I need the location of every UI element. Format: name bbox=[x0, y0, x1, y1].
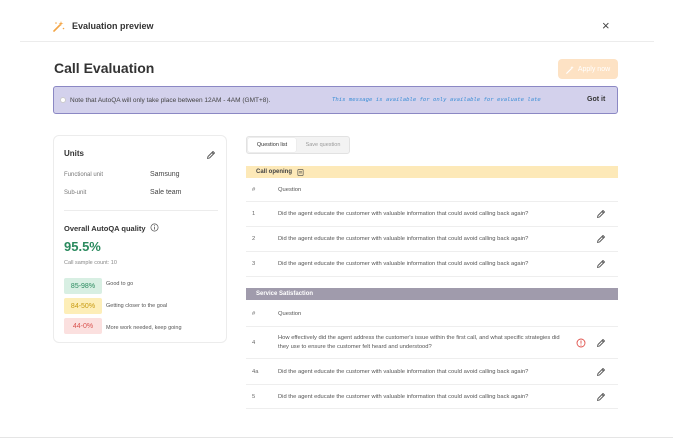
modal-header: Evaluation preview × bbox=[20, 12, 654, 42]
legend-good-range: 85-98% bbox=[64, 278, 102, 294]
tab-save-question[interactable]: Save question bbox=[298, 138, 348, 152]
column-question-header: Question bbox=[278, 311, 302, 317]
table-row: 3 Did the agent educate the customer wit… bbox=[246, 252, 618, 277]
question-number: 4 bbox=[252, 340, 256, 346]
legend-mid-range: 84-50% bbox=[64, 298, 102, 314]
autoqa-score: 95.5% bbox=[64, 239, 101, 254]
section-call-opening-title: Call opening bbox=[256, 169, 292, 175]
bottom-divider bbox=[0, 437, 673, 438]
notice-banner: Note that AutoQA will only take place be… bbox=[53, 86, 618, 114]
sub-unit-label: Sub-unit bbox=[64, 190, 87, 196]
functional-unit-label: Functional unit bbox=[64, 172, 104, 178]
legend-bad-label: More work needed, keep going bbox=[106, 325, 182, 331]
pencil-icon[interactable] bbox=[596, 259, 606, 269]
sparkle-icon bbox=[53, 21, 65, 32]
question-number: 3 bbox=[252, 261, 256, 267]
table-header-row: # Question bbox=[246, 178, 618, 202]
question-text: Did the agent educate the customer with … bbox=[278, 211, 529, 217]
tab-question-list[interactable]: Question list bbox=[248, 138, 296, 152]
notice-text: Note that AutoQA will only take place be… bbox=[70, 97, 271, 104]
call-sample-count: Call sample count: 10 bbox=[64, 260, 117, 266]
legend-mid-label: Getting closer to the goal bbox=[106, 303, 168, 309]
notice-availability-text: This message is available for only avail… bbox=[332, 97, 541, 103]
question-number: 1 bbox=[252, 211, 256, 217]
table-row: 1 Did the agent educate the customer wit… bbox=[246, 202, 618, 227]
units-title: Units bbox=[64, 149, 84, 158]
pencil-icon[interactable] bbox=[596, 367, 606, 377]
pencil-icon[interactable] bbox=[596, 338, 606, 348]
evaluation-preview-modal: Evaluation preview × Call Evaluation App… bbox=[20, 12, 654, 438]
column-number-header: # bbox=[252, 187, 256, 193]
legend-good-label: Good to go bbox=[106, 281, 134, 287]
document-icon bbox=[297, 168, 304, 176]
units-card: Units Functional unit Samsung Sub-unit S… bbox=[53, 135, 227, 343]
sparkle-icon bbox=[565, 65, 574, 74]
sub-unit-value: Sale team bbox=[150, 189, 182, 196]
pencil-icon[interactable] bbox=[596, 234, 606, 244]
apply-now-label: Apply now bbox=[577, 65, 611, 73]
section-service-satisfaction: Service Satisfaction bbox=[246, 288, 618, 300]
apply-now-button[interactable]: Apply now bbox=[558, 59, 618, 79]
table-row: 4a Did the agent educate the customer wi… bbox=[246, 359, 618, 385]
info-icon[interactable] bbox=[150, 223, 159, 232]
question-text: Did the agent educate the customer with … bbox=[278, 394, 529, 400]
question-number: 2 bbox=[252, 236, 256, 242]
modal-title: Evaluation preview bbox=[72, 21, 154, 31]
warning-icon[interactable] bbox=[576, 338, 586, 348]
card-divider bbox=[64, 210, 218, 211]
table-header-row: # Question bbox=[246, 300, 618, 327]
functional-unit-value: Samsung bbox=[150, 171, 180, 178]
column-number-header: # bbox=[252, 311, 256, 317]
table-row: 2 Did the agent educate the customer wit… bbox=[246, 227, 618, 252]
pencil-icon[interactable] bbox=[596, 392, 606, 402]
question-number: 4a bbox=[252, 369, 259, 375]
table-row: 4 How effectively did the agent address … bbox=[246, 327, 618, 359]
question-text: Did the agent educate the customer with … bbox=[278, 236, 529, 242]
got-it-button[interactable]: Got it bbox=[587, 96, 605, 103]
question-text: Did the agent educate the customer with … bbox=[278, 261, 529, 267]
autoqa-title: Overall AutoQA quality bbox=[64, 224, 146, 233]
pencil-icon[interactable] bbox=[206, 150, 216, 160]
question-tabs: Question list Save question bbox=[246, 136, 350, 154]
section-call-opening: Call opening bbox=[246, 166, 618, 178]
question-text: Did the agent educate the customer with … bbox=[278, 369, 529, 375]
pencil-icon[interactable] bbox=[596, 209, 606, 219]
notice-dot-icon bbox=[60, 97, 66, 103]
page-title: Call Evaluation bbox=[54, 60, 155, 76]
question-text: How effectively did the agent address th… bbox=[278, 335, 560, 350]
table-row: 5 Did the agent educate the customer wit… bbox=[246, 385, 618, 409]
column-question-header: Question bbox=[278, 187, 302, 193]
legend-bad-range: 44-0% bbox=[64, 318, 102, 334]
close-icon[interactable]: × bbox=[602, 18, 610, 33]
section-service-satisfaction-title: Service Satisfaction bbox=[256, 291, 314, 297]
question-number: 5 bbox=[252, 394, 256, 400]
